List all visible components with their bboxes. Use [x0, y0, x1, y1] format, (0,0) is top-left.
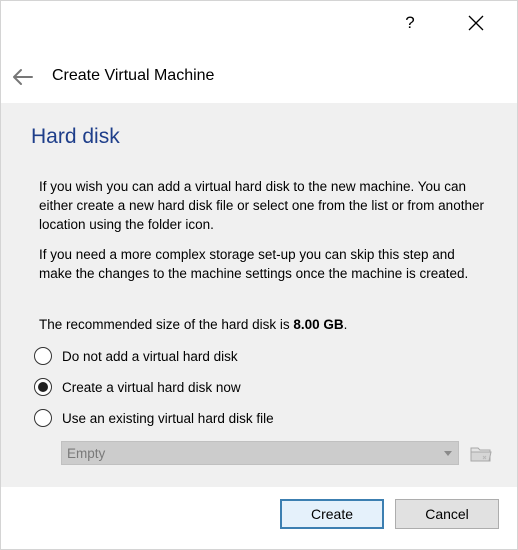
- recommended-size-suffix: .: [343, 317, 348, 332]
- chevron-down-icon: [444, 451, 452, 456]
- back-arrow-icon[interactable]: [11, 67, 35, 87]
- content-panel: Hard disk If you wish you can add a virt…: [1, 103, 517, 487]
- recommended-size-value: 8.00 GB: [293, 317, 344, 332]
- advanced-hint-text: If you need a more complex storage set-u…: [39, 247, 469, 281]
- recommended-size-prefix: The recommended size of the hard disk is: [39, 317, 294, 332]
- radio-label: Do not add a virtual hard disk: [62, 348, 238, 364]
- wizard-header: Create Virtual Machine: [1, 57, 517, 101]
- cancel-button[interactable]: Cancel: [395, 499, 499, 529]
- radio-label: Use an existing virtual hard disk file: [62, 410, 274, 426]
- radio-selected-dot: [38, 382, 48, 392]
- close-button[interactable]: [453, 7, 499, 39]
- radio-button[interactable]: [34, 378, 52, 396]
- title-bar: ?: [1, 1, 517, 47]
- radio-create-disk[interactable]: Create a virtual hard disk now: [34, 376, 241, 398]
- radio-no-disk[interactable]: Do not add a virtual hard disk: [34, 345, 238, 367]
- description-text: If you wish you can add a virtual hard d…: [39, 179, 484, 232]
- recommended-size-text: The recommended size of the hard disk is…: [39, 315, 489, 334]
- radio-existing-disk[interactable]: Use an existing virtual hard disk file: [34, 407, 274, 429]
- folder-icon[interactable]: [467, 440, 495, 466]
- help-button[interactable]: ?: [387, 7, 433, 39]
- existing-disk-select-value: Empty: [67, 446, 106, 461]
- wizard-title: Create Virtual Machine: [52, 67, 215, 84]
- help-icon: ?: [405, 13, 415, 32]
- close-icon: [468, 15, 484, 31]
- create-button[interactable]: Create: [280, 499, 384, 529]
- radio-label: Create a virtual hard disk now: [62, 379, 241, 395]
- radio-button[interactable]: [34, 347, 52, 365]
- radio-button[interactable]: [34, 409, 52, 427]
- page-title: Hard disk: [31, 125, 120, 148]
- existing-disk-select[interactable]: Empty: [61, 441, 459, 465]
- dialog-window: ? Create Virtual Machine Hard disk If yo…: [0, 0, 518, 550]
